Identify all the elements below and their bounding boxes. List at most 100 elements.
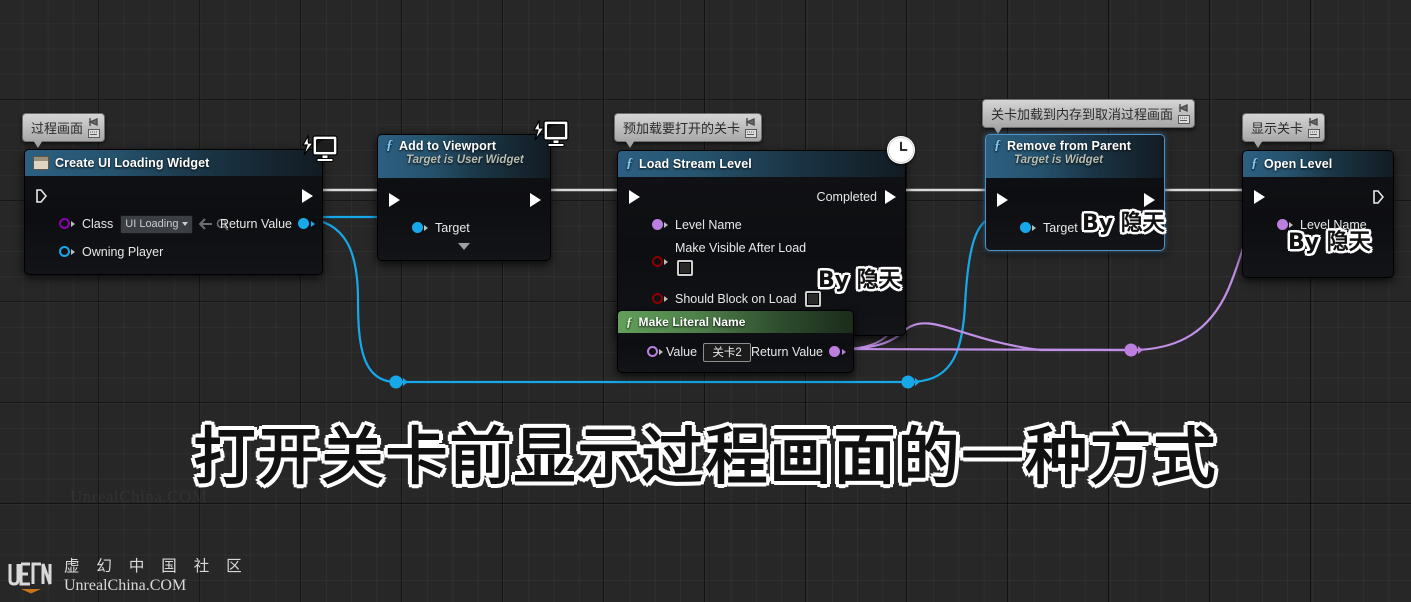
node-body: Target [378, 178, 550, 260]
pin-arrow-icon [424, 225, 428, 231]
row-target: Target [378, 214, 550, 242]
completed-label: Completed [816, 190, 877, 204]
class-dropdown[interactable]: UI Loading [120, 214, 194, 234]
target-label: Target [435, 221, 470, 235]
node-header[interactable]: ƒ Open Level [1243, 151, 1393, 177]
node-header[interactable]: Create UI Loading Widget [25, 150, 322, 176]
pin-arrow-icon [71, 249, 75, 255]
exec-out-pin[interactable] [530, 193, 541, 207]
comment-bubble-1[interactable]: 过程画面 [22, 113, 106, 148]
pin-icon[interactable] [1178, 103, 1190, 114]
node-title: Create UI Loading Widget [55, 156, 210, 170]
logo-text: 虚 幻 中 国 社 区 UnrealChina.COM [64, 557, 248, 596]
should-block-label: Should Block on Load [675, 292, 797, 306]
pin-icon[interactable] [88, 117, 100, 128]
make-visible-checkbox[interactable] [677, 260, 693, 276]
function-icon: ƒ [386, 138, 393, 153]
comment-bubble-2[interactable]: 预加载要打开的关卡 [614, 113, 763, 148]
level-name-pin[interactable] [1277, 219, 1288, 230]
exec-in-pin[interactable] [36, 189, 48, 203]
exec-in-pin[interactable] [389, 193, 400, 207]
value-text-field[interactable]: 关卡2 [703, 342, 752, 362]
function-icon: ƒ [1251, 156, 1258, 171]
node-create-ui-loading-widget[interactable]: Create UI Loading Widget Class UI Loadin… [24, 149, 323, 275]
node-title: Load Stream Level [639, 157, 752, 171]
comment-bubble-3[interactable]: 关卡加载到内存到取消过程画面 [982, 99, 1196, 134]
author-watermark-remove-parent: By 隐天 [1082, 211, 1165, 236]
expand-chevron-down-icon [458, 243, 470, 250]
row-exec: Completed [618, 183, 905, 211]
exec-in-pin[interactable] [629, 190, 640, 204]
logo-text-en: UnrealChina.COM [64, 577, 187, 594]
comment-icons[interactable] [745, 117, 758, 138]
pin-arrow-icon [664, 222, 668, 228]
node-add-to-viewport[interactable]: ƒ Add to Viewport Target is User Widget … [377, 134, 551, 261]
expand-node-button[interactable] [378, 242, 550, 252]
blueprint-graph-canvas[interactable]: 过程画面 预加载要打开的关卡 关卡加载到内存到取消过程画面 显示关卡 Creat… [0, 0, 1411, 602]
widget-icon [33, 156, 49, 170]
comment-icons[interactable] [88, 117, 101, 138]
make-visible-label: Make Visible After Load [675, 241, 807, 255]
keyboard-icon[interactable] [745, 129, 758, 138]
row-exec [378, 186, 550, 214]
use-selected-arrow-icon[interactable] [199, 218, 213, 230]
comment-icons[interactable] [1178, 103, 1191, 124]
logo-text-cn: 虚 幻 中 国 社 区 [64, 557, 248, 575]
make-visible-pin[interactable] [652, 256, 663, 267]
pin-icon[interactable] [1308, 117, 1320, 128]
target-pin[interactable] [412, 222, 423, 233]
function-icon: ƒ [994, 138, 1001, 153]
class-label: Class [82, 217, 114, 231]
node-title: Remove from Parent [1007, 139, 1132, 153]
owning-player-pin[interactable] [59, 246, 70, 257]
node-subtitle: Target is User Widget [406, 154, 524, 166]
completed-exec-pin[interactable] [885, 190, 896, 204]
node-subtitle: Target is Widget [1014, 154, 1103, 166]
should-block-pin[interactable] [652, 293, 663, 304]
node-title: Make Literal Name [638, 315, 746, 329]
pin-arrow-icon [842, 349, 846, 355]
exec-in-pin[interactable] [997, 193, 1008, 207]
keyboard-icon[interactable] [1308, 129, 1321, 138]
level-name-label: Level Name [675, 218, 742, 232]
node-header[interactable]: ƒ Add to Viewport Target is User Widget [378, 135, 550, 178]
row-value: Value 关卡2 Return Value [618, 339, 853, 365]
node-open-level[interactable]: ƒ Open Level Level Name [1242, 150, 1394, 278]
comment-text: 关卡加载到内存到取消过程画面 [991, 108, 1174, 123]
return-value-label: Return Value [219, 217, 292, 231]
node-body: Value 关卡2 Return Value [618, 333, 853, 372]
value-label: Value [666, 345, 698, 359]
class-input-pin[interactable] [59, 218, 70, 229]
pin-icon[interactable] [745, 117, 757, 128]
row-exec [1243, 183, 1393, 211]
function-icon: ƒ [626, 314, 633, 329]
exec-out-pin[interactable] [302, 189, 313, 203]
value-input-pin[interactable] [647, 346, 658, 357]
exec-out-pin[interactable] [1373, 190, 1385, 204]
comment-bubble-4[interactable]: 显示关卡 [1242, 113, 1326, 148]
comment-icons[interactable] [1308, 117, 1321, 138]
level-name-pin[interactable] [652, 219, 663, 230]
node-header[interactable]: ƒ Load Stream Level [618, 151, 905, 177]
target-pin[interactable] [1020, 222, 1031, 233]
latent-clock-icon [887, 136, 915, 164]
pin-arrow-icon [311, 221, 315, 227]
uecn-logo-mark [8, 560, 52, 594]
pin-arrow-icon [664, 259, 668, 265]
author-watermark-open-level: By 隐天 [1288, 230, 1371, 255]
return-value-pin[interactable] [298, 218, 309, 229]
keyboard-icon[interactable] [88, 129, 101, 138]
node-make-literal-name[interactable]: ƒ Make Literal Name Value 关卡2 Return Val… [617, 310, 854, 373]
return-value-pin[interactable] [829, 346, 840, 357]
replicated-monitor-icon [532, 118, 569, 147]
node-title: Add to Viewport [399, 139, 497, 153]
node-header[interactable]: ƒ Make Literal Name [618, 311, 853, 333]
node-load-stream-level[interactable]: ƒ Load Stream Level Completed Level Name… [617, 150, 906, 336]
exec-in-pin[interactable] [1254, 190, 1265, 204]
author-watermark-load-stream: By 隐天 [818, 268, 901, 293]
keyboard-icon[interactable] [1178, 115, 1191, 124]
owning-player-label: Owning Player [82, 245, 164, 259]
row-class: Class UI Loading Return Value [25, 210, 322, 238]
faint-site-watermark: UnrealChina.COM [70, 487, 208, 506]
node-header[interactable]: ƒ Remove from Parent Target is Widget [986, 135, 1164, 178]
